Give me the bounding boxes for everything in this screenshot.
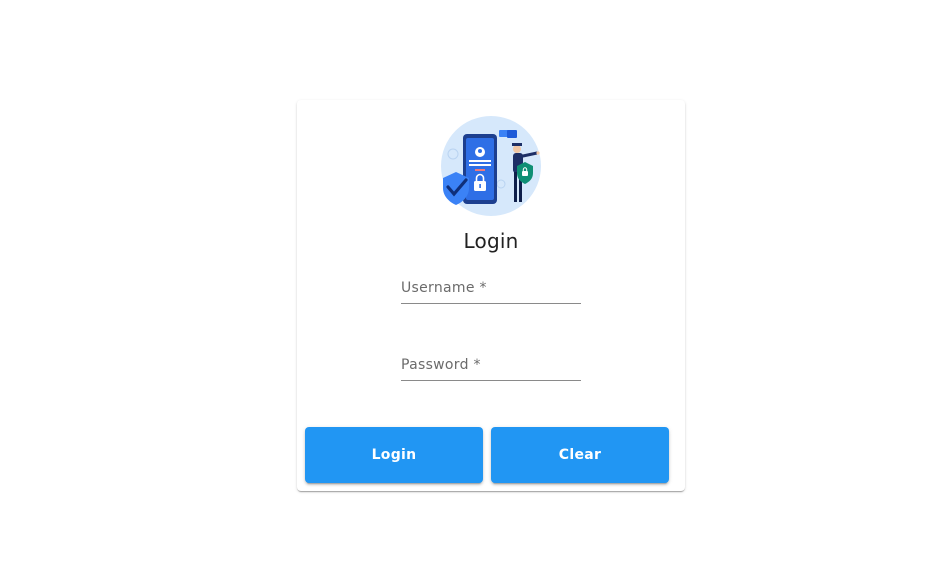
username-field[interactable]: Username * — [401, 272, 581, 304]
login-title: Login — [463, 229, 519, 253]
login-card: Login Username * Password * Login Clear — [297, 100, 685, 491]
login-page: Login Username * Password * Login Clear — [0, 0, 928, 569]
login-button[interactable]: Login — [305, 427, 483, 483]
password-underline — [401, 380, 581, 381]
security-login-illustration-icon — [441, 116, 541, 216]
password-input[interactable] — [401, 349, 581, 380]
username-underline — [401, 303, 581, 304]
clear-button[interactable]: Clear — [491, 427, 669, 483]
username-input[interactable] — [401, 272, 581, 303]
password-field[interactable]: Password * — [401, 349, 581, 381]
